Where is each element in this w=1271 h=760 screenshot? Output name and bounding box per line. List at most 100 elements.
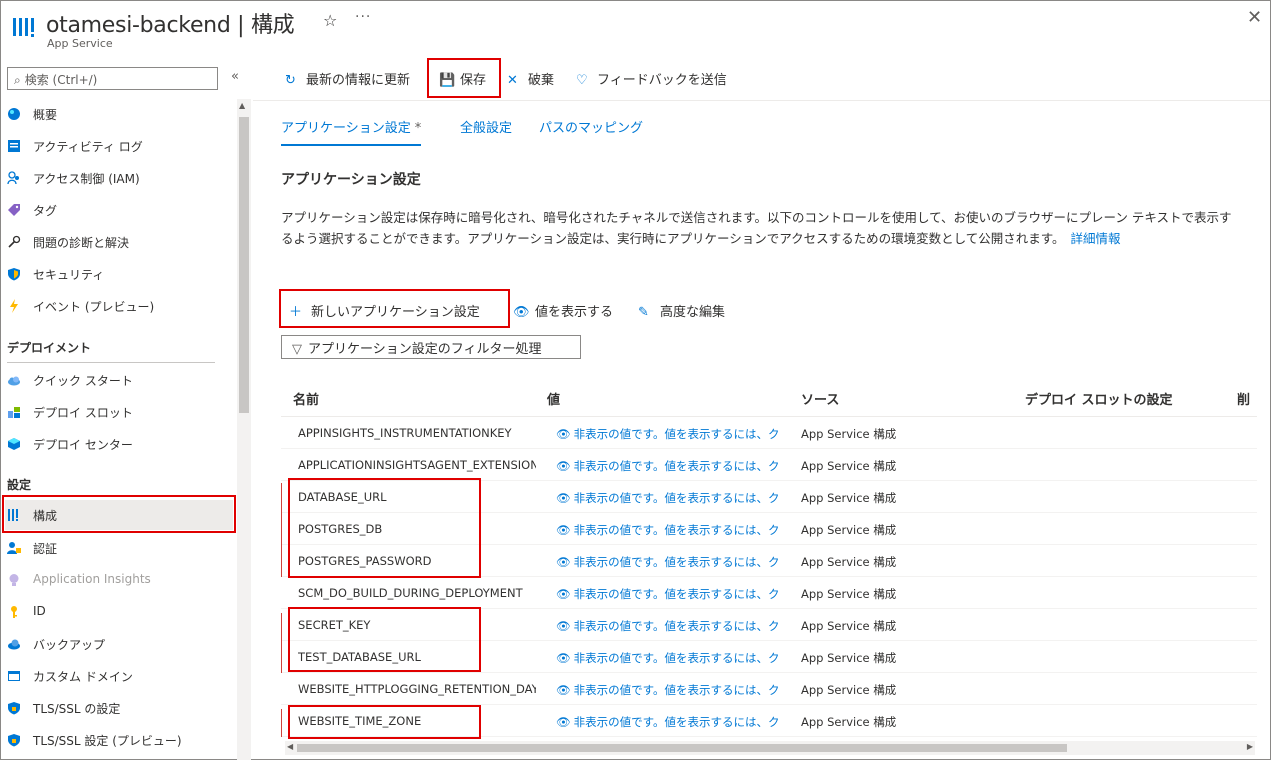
tab-path-mapping[interactable]: パスのマッピング <box>539 117 643 136</box>
sidebar-item-backup[interactable]: バックアップ <box>5 629 233 659</box>
sidebar-item-tls-settings[interactable]: TLS/SSL の設定 <box>5 693 233 723</box>
wrench-icon <box>8 235 21 248</box>
setting-name[interactable]: SCM_DO_BUILD_DURING_DEPLOYMENT <box>298 586 536 600</box>
close-icon[interactable]: ✕ <box>1247 7 1262 28</box>
sidebar-item-activity-log[interactable]: アクティビティ ログ <box>5 131 233 161</box>
filter-settings-input[interactable]: ▽ アプリケーション設定のフィルター処理 <box>281 335 581 359</box>
tab-app-settings[interactable]: アプリケーション設定 * <box>281 117 422 146</box>
setting-value-hidden[interactable]: 👁 非表示の値です。値を表示するには、ク <box>556 714 788 730</box>
setting-value-hidden[interactable]: 👁 非表示の値です。値を表示するには、ク <box>556 586 788 602</box>
refresh-button[interactable]: ↻ 最新の情報に更新 <box>285 69 410 88</box>
lightning-icon <box>10 299 18 313</box>
sidebar-item-label: デプロイ センター <box>33 438 133 452</box>
sidebar-item-app-insights[interactable]: Application Insights <box>5 565 233 595</box>
configuration-icon <box>13 18 34 37</box>
setting-source: App Service 構成 <box>801 651 897 665</box>
hidden-value-text: 非表示の値です。値を表示するには、ク <box>573 683 780 697</box>
setting-value-hidden[interactable]: 👁 非表示の値です。値を表示するには、ク <box>556 554 788 570</box>
table-row[interactable]: SCM_DO_BUILD_DURING_DEPLOYMENT 👁 非表示の値です。値… <box>281 577 1257 609</box>
blade-header: otamesi-backend | 構成 App Service ☆ ··· ✕ <box>1 1 1270 57</box>
setting-value-hidden[interactable]: 👁 非表示の値です。値を表示するには、ク <box>556 650 788 666</box>
column-header-source[interactable]: ソース <box>801 389 839 408</box>
sidebar-item-custom-domain[interactable]: カスタム ドメイン <box>5 661 233 691</box>
table-row[interactable]: APPLICATIONINSIGHTSAGENT_EXTENSION_E 👁 非表示… <box>281 449 1257 481</box>
setting-name[interactable]: APPINSIGHTS_INSTRUMENTATIONKEY <box>298 426 536 440</box>
sidebar-item-label: クイック スタート <box>33 374 133 388</box>
scroll-right-arrow-icon[interactable]: ▶ <box>1247 742 1253 751</box>
advanced-edit-label: 高度な編集 <box>660 305 726 320</box>
menu-scrollbar[interactable]: ▲ <box>237 99 251 760</box>
filter-icon: ▽ <box>292 342 302 357</box>
learn-more-link[interactable]: 詳細情報 <box>1071 231 1121 246</box>
sidebar-item-identity[interactable]: ID <box>5 597 233 627</box>
hidden-value-text: 非表示の値です。値を表示するには、ク <box>573 491 780 505</box>
sidebar-item-label: アクセス制御 (IAM) <box>33 172 140 186</box>
show-values-label: 値を表示する <box>535 305 614 320</box>
scroll-up-arrow-icon[interactable]: ▲ <box>239 101 245 110</box>
column-header-name[interactable]: 名前 <box>293 389 319 408</box>
setting-source: App Service 構成 <box>801 555 897 569</box>
log-icon <box>8 140 20 152</box>
sidebar-item-iam[interactable]: アクセス制御 (IAM) <box>5 163 233 193</box>
table-horizontal-scrollbar[interactable]: ◀ ▶ <box>285 741 1255 755</box>
eye-icon: 👁 <box>556 555 571 569</box>
cube-icon <box>8 438 20 450</box>
horizontal-scrollbar-thumb[interactable] <box>297 744 1067 752</box>
refresh-label: 最新の情報に更新 <box>306 73 411 88</box>
sidebar-item-diagnose[interactable]: 問題の診断と解決 <box>5 227 233 257</box>
hidden-value-text: 非表示の値です。値を表示するには、ク <box>573 619 780 633</box>
sidebar-item-deploy-slots[interactable]: デプロイ スロット <box>5 397 233 427</box>
setting-source: App Service 構成 <box>801 427 897 441</box>
setting-name[interactable]: WEBSITE_HTTPLOGGING_RETENTION_DAYS <box>298 682 536 696</box>
setting-source: App Service 構成 <box>801 459 897 473</box>
table-row[interactable]: WEBSITE_HTTPLOGGING_RETENTION_DAYS 👁 非表示の値… <box>281 673 1257 705</box>
tls-shield-icon <box>8 734 20 747</box>
sidebar-item-tags[interactable]: タグ <box>5 195 233 225</box>
section-title: アプリケーション設定 <box>281 172 421 188</box>
scroll-left-arrow-icon[interactable]: ◀ <box>287 742 293 751</box>
sidebar-item-tls-settings-preview[interactable]: TLS/SSL 設定 (プレビュー) <box>5 725 233 755</box>
sidebar-section-deployment: デプロイメント <box>7 341 92 355</box>
setting-value-hidden[interactable]: 👁 非表示の値です。値を表示するには、ク <box>556 490 788 506</box>
collapse-menu-icon[interactable]: « <box>231 69 239 84</box>
table-row[interactable]: APPINSIGHTS_INSTRUMENTATIONKEY 👁 非表示の値です。値… <box>281 417 1257 449</box>
column-header-delete[interactable]: 削 <box>1237 389 1250 408</box>
modified-indicator: * <box>414 121 422 136</box>
sidebar-item-authentication[interactable]: 認証 <box>5 533 233 563</box>
setting-source: App Service 構成 <box>801 715 897 729</box>
eye-icon: 👁 <box>556 523 571 537</box>
feedback-label: フィードバックを送信 <box>597 73 727 88</box>
feedback-button[interactable]: ♡ フィードバックを送信 <box>576 69 727 88</box>
favorite-star-icon[interactable]: ☆ <box>323 11 337 30</box>
setting-value-hidden[interactable]: 👁 非表示の値です。値を表示するには、ク <box>556 426 788 442</box>
tab-general-settings[interactable]: 全般設定 <box>460 117 512 136</box>
hidden-value-text: 非表示の値です。値を表示するには、ク <box>573 715 780 729</box>
setting-value-hidden[interactable]: 👁 非表示の値です。値を表示するには、ク <box>556 522 788 538</box>
more-options-icon[interactable]: ··· <box>355 9 371 25</box>
sidebar-item-label: 認証 <box>33 542 58 556</box>
resource-menu: ⌕ 検索 (Ctrl+/) « ▲ 概要 アクティビティ ログ アクセス制御 (I… <box>1 63 253 760</box>
eye-icon: 👁 <box>556 651 571 665</box>
sidebar-item-security[interactable]: セキュリティ <box>5 259 233 289</box>
setting-value-hidden[interactable]: 👁 非表示の値です。値を表示するには、ク <box>556 682 788 698</box>
column-header-value[interactable]: 値 <box>547 389 560 408</box>
setting-value-hidden[interactable]: 👁 非表示の値です。値を表示するには、ク <box>556 618 788 634</box>
column-header-slot-setting[interactable]: デプロイ スロットの設定 <box>1025 389 1173 408</box>
scrollbar-thumb[interactable] <box>239 117 249 413</box>
sidebar-item-deploy-center[interactable]: デプロイ センター <box>5 429 233 459</box>
sidebar-item-events[interactable]: イベント (プレビュー) <box>5 291 233 321</box>
sidebar-item-overview[interactable]: 概要 <box>5 99 233 129</box>
sidebar-item-label: Application Insights <box>33 572 151 586</box>
eye-icon: 👁 <box>556 459 571 473</box>
advanced-edit-button[interactable]: ✎ 高度な編集 <box>638 301 725 320</box>
modified-rows-marker <box>281 709 282 737</box>
show-values-button[interactable]: 👁 値を表示する <box>513 301 613 320</box>
menu-search-input[interactable]: ⌕ 検索 (Ctrl+/) <box>7 67 218 90</box>
setting-value-hidden[interactable]: 👁 非表示の値です。値を表示するには、ク <box>556 458 788 474</box>
auth-icon <box>7 542 21 554</box>
eye-icon: 👁 <box>556 715 571 729</box>
setting-name[interactable]: APPLICATIONINSIGHTSAGENT_EXTENSION_E <box>298 458 536 472</box>
discard-button[interactable]: ✕ 破棄 <box>507 69 554 88</box>
bulb-icon <box>9 574 19 586</box>
sidebar-item-quickstart[interactable]: クイック スタート <box>5 365 233 395</box>
